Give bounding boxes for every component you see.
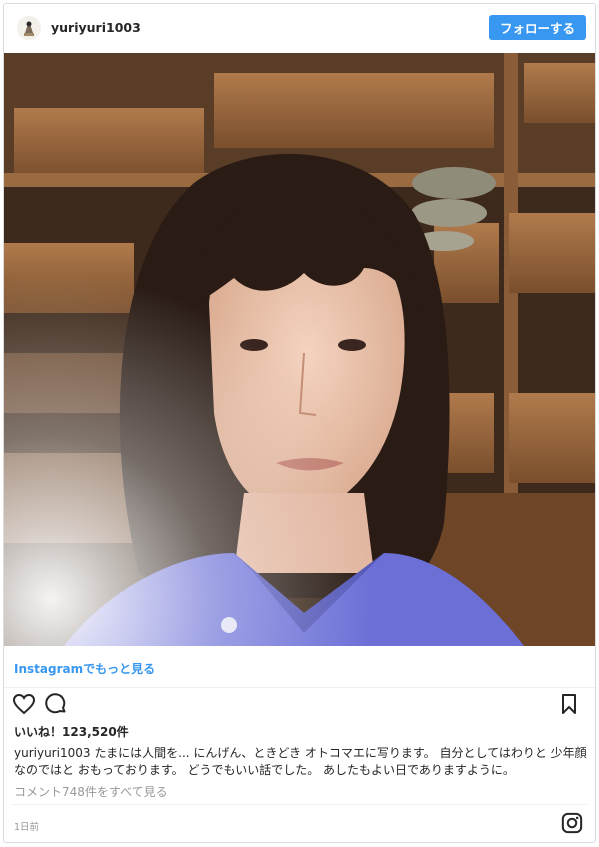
post-header: yuriyuri1003 フォローする [4,4,595,53]
comment-icon[interactable] [44,692,70,718]
view-all-comments-link[interactable]: コメント748件をすべて見る [14,783,168,800]
likes-label: いいね！ [14,725,63,739]
likes-number: 123,520件 [62,725,129,739]
post-caption: yuriyuri1003 たまには人間を... にんげん、ときどき オトコマエに写… [14,745,588,779]
instagram-embed-card: yuriyuri1003 フォローする Instagramでもっと見る いいね！… [3,3,596,843]
action-bar [4,688,595,718]
follow-button[interactable]: フォローする [489,15,586,40]
selfie-image [4,53,595,646]
view-more-row: Instagramでもっと見る [4,646,595,688]
avatar[interactable] [17,16,41,40]
username[interactable]: yuriyuri1003 [51,20,141,35]
caption-username[interactable]: yuriyuri1003 [14,746,91,760]
bookmark-icon[interactable] [557,692,583,718]
post-timestamp[interactable]: 1日前 [14,819,39,833]
post-photo[interactable] [4,53,595,646]
divider [12,804,587,805]
view-more-on-instagram-link[interactable]: Instagramでもっと見る [14,660,155,677]
instagram-icon[interactable] [561,812,583,834]
caption-text: たまには人間を... にんげん、ときどき オトコマエに写ります。 自分としてはわ… [14,746,587,777]
likes-count[interactable]: いいね！123,520件 [14,723,129,740]
heart-icon[interactable] [12,692,38,718]
